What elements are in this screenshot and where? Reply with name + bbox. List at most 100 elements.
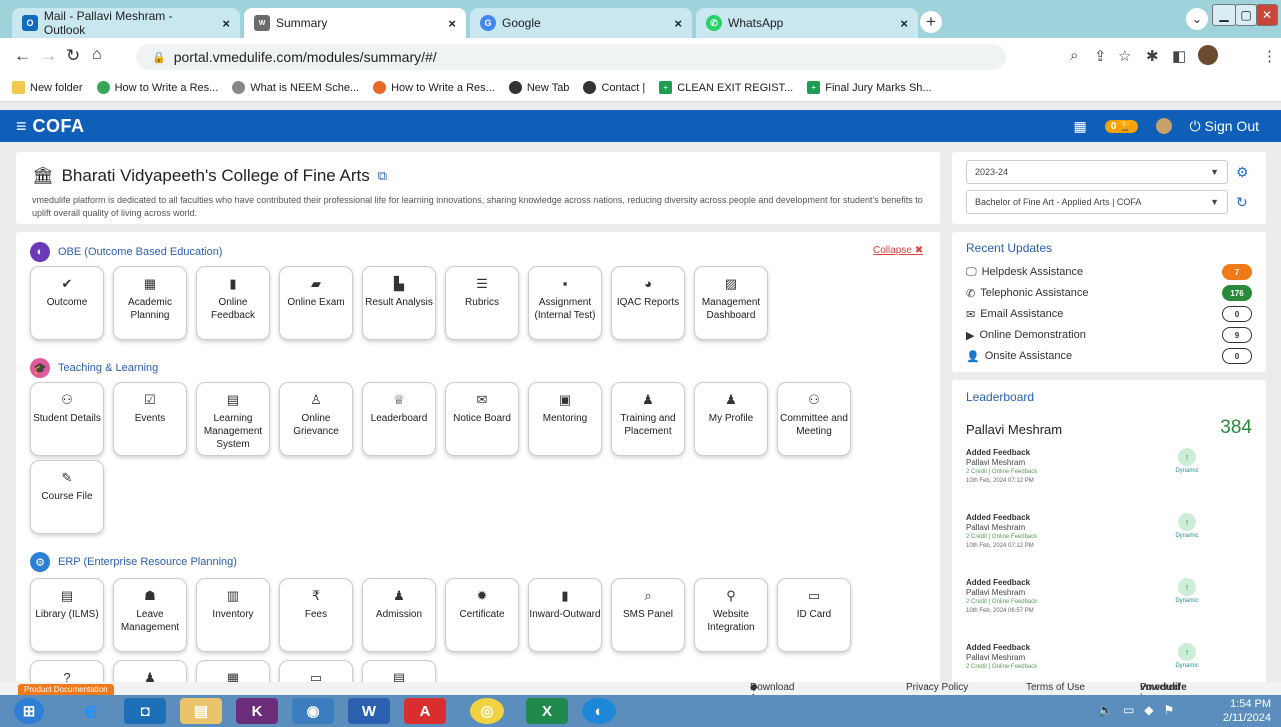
- module-tile[interactable]: ♟ My Profile: [694, 382, 768, 456]
- close-icon[interactable]: ×: [222, 16, 230, 31]
- maximize-button[interactable]: ▢: [1235, 4, 1257, 26]
- share-icon[interactable]: ⇪: [1094, 47, 1107, 65]
- module-tile[interactable]: ✹ Certificate: [445, 578, 519, 652]
- module-tile[interactable]: ♟ Admission: [362, 578, 436, 652]
- edge-icon[interactable]: ◐: [582, 698, 616, 724]
- settings-gear-icon[interactable]: ⚙: [1236, 164, 1249, 181]
- new-tab-button[interactable]: +: [920, 11, 942, 33]
- bookmark-item[interactable]: + Final Jury Marks Sh...: [807, 81, 932, 94]
- module-tile[interactable]: ☑ Events: [113, 382, 187, 456]
- star-icon[interactable]: ☆: [1118, 47, 1131, 65]
- module-tile[interactable]: ▭ ID Card: [777, 578, 851, 652]
- module-tile[interactable]: ⚇ Student Details: [30, 382, 104, 456]
- module-tile[interactable]: ☰ Rubrics: [445, 266, 519, 340]
- product-documentation-tab[interactable]: Product Documentation: [18, 684, 114, 695]
- profile-avatar[interactable]: [1198, 45, 1218, 65]
- forward-icon[interactable]: →: [40, 46, 57, 66]
- tray-app-icon[interactable]: ◆: [1144, 703, 1153, 717]
- flag-icon[interactable]: ⚑: [1164, 703, 1175, 717]
- tab-summary[interactable]: W Summary ×: [244, 8, 466, 38]
- bookmark-item[interactable]: How to Write a Res...: [373, 81, 495, 94]
- update-demo[interactable]: ▶ Online Demonstration 9: [966, 325, 1252, 345]
- update-telephonic[interactable]: ✆ Telephonic Assistance 176: [966, 283, 1252, 303]
- collapse-link[interactable]: Collapse ✖: [873, 245, 923, 256]
- module-tile[interactable]: ♟ Training and Placement: [611, 382, 685, 456]
- folder-icon[interactable]: ▤: [180, 698, 222, 724]
- app-icon[interactable]: ◘: [124, 698, 166, 724]
- module-tile[interactable]: ✉ Notice Board: [445, 382, 519, 456]
- apps-grid-icon[interactable]: ▦: [1074, 118, 1087, 135]
- external-link-icon[interactable]: ⧉: [378, 168, 387, 184]
- module-tile[interactable]: ⚇ Committee and Meeting: [777, 382, 851, 456]
- bookmark-item[interactable]: Contact |: [583, 81, 645, 94]
- extensions-icon[interactable]: ✱: [1146, 47, 1159, 65]
- hamburger-icon[interactable]: ≡: [16, 116, 27, 136]
- bookmark-item[interactable]: New folder: [12, 81, 83, 94]
- update-email[interactable]: ✉ Email Assistance 0: [966, 304, 1252, 324]
- back-icon[interactable]: ←: [14, 46, 31, 66]
- year-select[interactable]: 2023-24 ▼: [966, 160, 1228, 184]
- close-window-button[interactable]: ✕: [1256, 4, 1278, 26]
- close-icon[interactable]: ×: [900, 16, 908, 31]
- signout-button[interactable]: ⏻ Sign Out: [1190, 118, 1259, 135]
- start-button[interactable]: ⊞: [14, 698, 44, 724]
- tab-google[interactable]: G Google ×: [470, 8, 692, 38]
- privacy-link[interactable]: Privacy Policy: [906, 682, 968, 693]
- tab-whatsapp[interactable]: ✆ WhatsApp ×: [696, 8, 918, 38]
- module-tile[interactable]: ▮ Online Feedback: [196, 266, 270, 340]
- zoom-icon[interactable]: ⌕: [1070, 47, 1078, 64]
- k-app-icon[interactable]: K: [236, 698, 278, 724]
- module-tile[interactable]: ⌕ SMS Panel: [611, 578, 685, 652]
- module-tile[interactable]: ◕ IQAC Reports: [611, 266, 685, 340]
- module-tile[interactable]: ▙ Result Analysis: [362, 266, 436, 340]
- module-tile[interactable]: ▦ Academic Planning: [113, 266, 187, 340]
- url-input[interactable]: 🔒 portal.vmedulife.com/modules/summary/#…: [136, 44, 1006, 70]
- app-brand[interactable]: ≡ COFA: [16, 116, 85, 137]
- module-tile[interactable]: ♙ Online Grievance: [279, 382, 353, 456]
- module-tile[interactable]: ✎ Course File: [30, 460, 104, 534]
- module-tile[interactable]: ☗ Leave Management: [113, 578, 187, 652]
- module-tile[interactable]: ▮ Inward-Outward: [528, 578, 602, 652]
- android-icon: ◆: [750, 682, 758, 693]
- bookmark-item[interactable]: What is NEEM Sche...: [232, 81, 359, 94]
- program-select[interactable]: Bachelor of Fine Art - Applied Arts | CO…: [966, 190, 1228, 214]
- minimize-button[interactable]: ▁: [1212, 4, 1236, 26]
- tab-search-button[interactable]: ⌄: [1186, 8, 1208, 30]
- module-tile[interactable]: ▤ Library (ILMS): [30, 578, 104, 652]
- ie-icon[interactable]: e: [70, 698, 112, 724]
- reload-icon[interactable]: ↻: [66, 46, 80, 66]
- word-icon[interactable]: W: [348, 698, 390, 724]
- bookmark-item[interactable]: New Tab: [508, 81, 569, 94]
- menu-icon[interactable]: ⋮: [1262, 47, 1277, 65]
- module-tile[interactable]: ▨ Management Dashboard: [694, 266, 768, 340]
- user-avatar[interactable]: [1155, 118, 1172, 134]
- sidepanel-icon[interactable]: ◧: [1172, 47, 1186, 65]
- refresh-icon[interactable]: ↻: [1236, 194, 1248, 211]
- module-tile[interactable]: ♕ Leaderboard: [362, 382, 436, 456]
- module-tile[interactable]: ⚲ Website Integration: [694, 578, 768, 652]
- module-tile[interactable]: ▥ Inventory: [196, 578, 270, 652]
- acrobat-icon[interactable]: A: [404, 698, 446, 724]
- update-helpdesk[interactable]: 🖵 Helpdesk Assistance 7: [966, 262, 1252, 282]
- module-tile[interactable]: ▪ Assignment (Internal Test): [528, 266, 602, 340]
- module-tile[interactable]: ▣ Mentoring: [528, 382, 602, 456]
- network-icon[interactable]: ▭: [1123, 703, 1134, 717]
- close-icon[interactable]: ×: [448, 16, 456, 31]
- volume-icon[interactable]: 🔈: [1098, 703, 1113, 717]
- update-onsite[interactable]: 👤 Onsite Assistance 0: [966, 346, 1252, 366]
- close-icon[interactable]: ×: [674, 16, 682, 31]
- excel-icon[interactable]: X: [526, 698, 568, 724]
- module-tile[interactable]: ₹ Fees: [279, 578, 353, 652]
- media-icon[interactable]: ◉: [292, 698, 334, 724]
- tab-outlook[interactable]: O Mail - Pallavi Meshram - Outlook ×: [12, 8, 240, 38]
- terms-link[interactable]: Terms of Use: [1026, 682, 1085, 693]
- home-icon[interactable]: ⌂: [92, 46, 102, 64]
- clock[interactable]: 1:54 PM 2/11/2024: [1223, 697, 1271, 725]
- chrome-icon[interactable]: ◎: [470, 698, 504, 724]
- module-tile[interactable]: ▤ Learning Management System: [196, 382, 270, 456]
- bookmark-item[interactable]: + CLEAN EXIT REGIST...: [659, 81, 793, 94]
- module-tile[interactable]: ✔ Outcome: [30, 266, 104, 340]
- trophy-badge[interactable]: 0 🏆: [1104, 119, 1138, 133]
- bookmark-item[interactable]: How to Write a Res...: [96, 81, 218, 94]
- module-tile[interactable]: ▰ Online Exam: [279, 266, 353, 340]
